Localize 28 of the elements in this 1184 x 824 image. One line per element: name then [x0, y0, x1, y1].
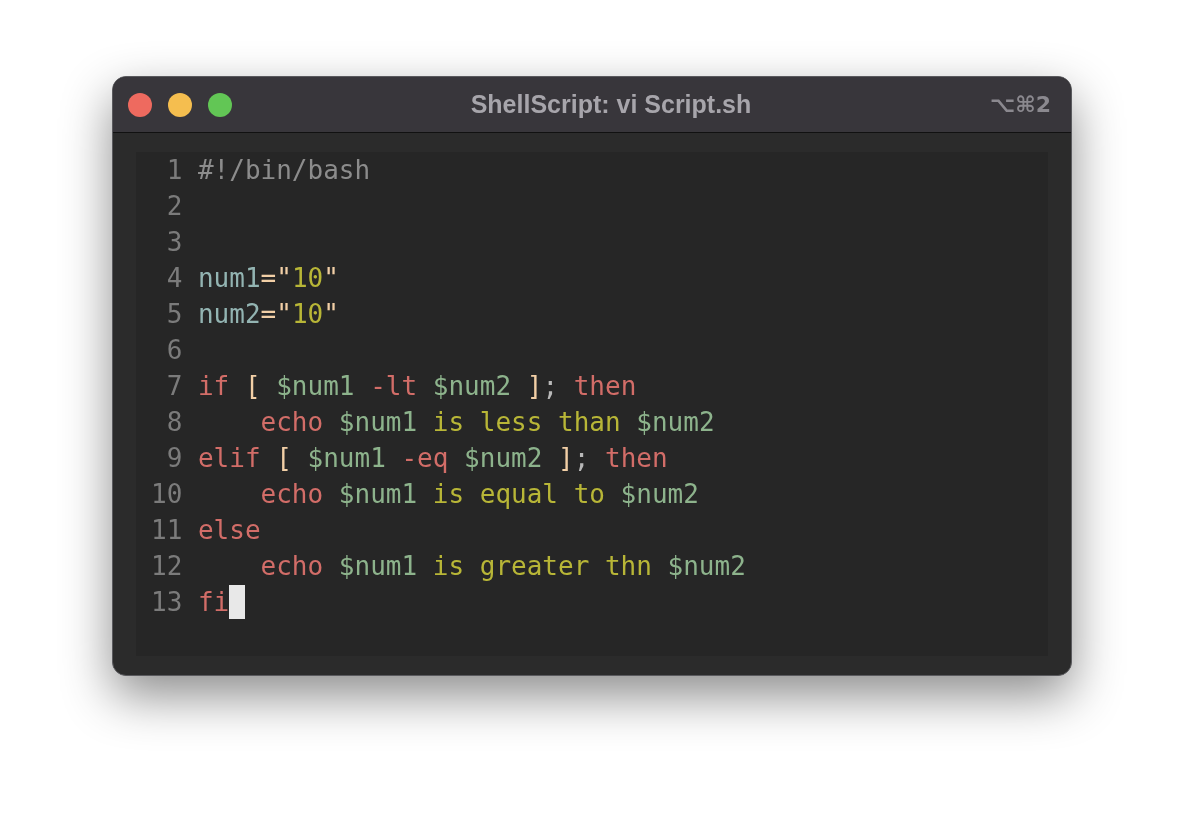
line-number: 1 — [165, 155, 183, 185]
code-line: num1="10" — [197, 263, 339, 293]
line-number: 2 — [165, 191, 183, 221]
line-number: 9 — [165, 443, 183, 473]
line-number: 3 — [165, 227, 183, 257]
code-line: fi — [197, 587, 230, 617]
line-number: 11 — [151, 515, 183, 545]
line-number: 12 — [151, 551, 183, 581]
code-line: num2="10" — [197, 299, 339, 329]
code-line: elif [ $num1 -eq $num2 ]; then — [197, 443, 668, 473]
code-line: echo $num1 is equal to $num2 — [259, 479, 699, 509]
line-number: 8 — [165, 407, 183, 437]
close-icon[interactable] — [128, 92, 152, 117]
line-number: 4 — [165, 263, 183, 293]
code-line: echo $num1 is greater thn $num2 — [259, 551, 746, 581]
code-line: else — [197, 515, 261, 545]
code-line: echo $num1 is less than $num2 — [259, 407, 715, 437]
line-number: 13 — [151, 587, 183, 617]
code-line: if [ $num1 -lt $num2 ]; then — [197, 371, 637, 401]
code-line: #!/bin/bash — [197, 155, 371, 185]
zoom-icon[interactable] — [208, 92, 232, 117]
line-number: 7 — [165, 371, 183, 401]
line-number: 6 — [165, 335, 183, 365]
shortcut-label: ⌥⌘2 — [989, 92, 1051, 117]
line-number: 10 — [151, 479, 183, 509]
minimize-icon[interactable] — [168, 92, 192, 117]
line-number: 5 — [165, 299, 183, 329]
window-title: ShellScript: vi Script.sh — [469, 90, 753, 119]
